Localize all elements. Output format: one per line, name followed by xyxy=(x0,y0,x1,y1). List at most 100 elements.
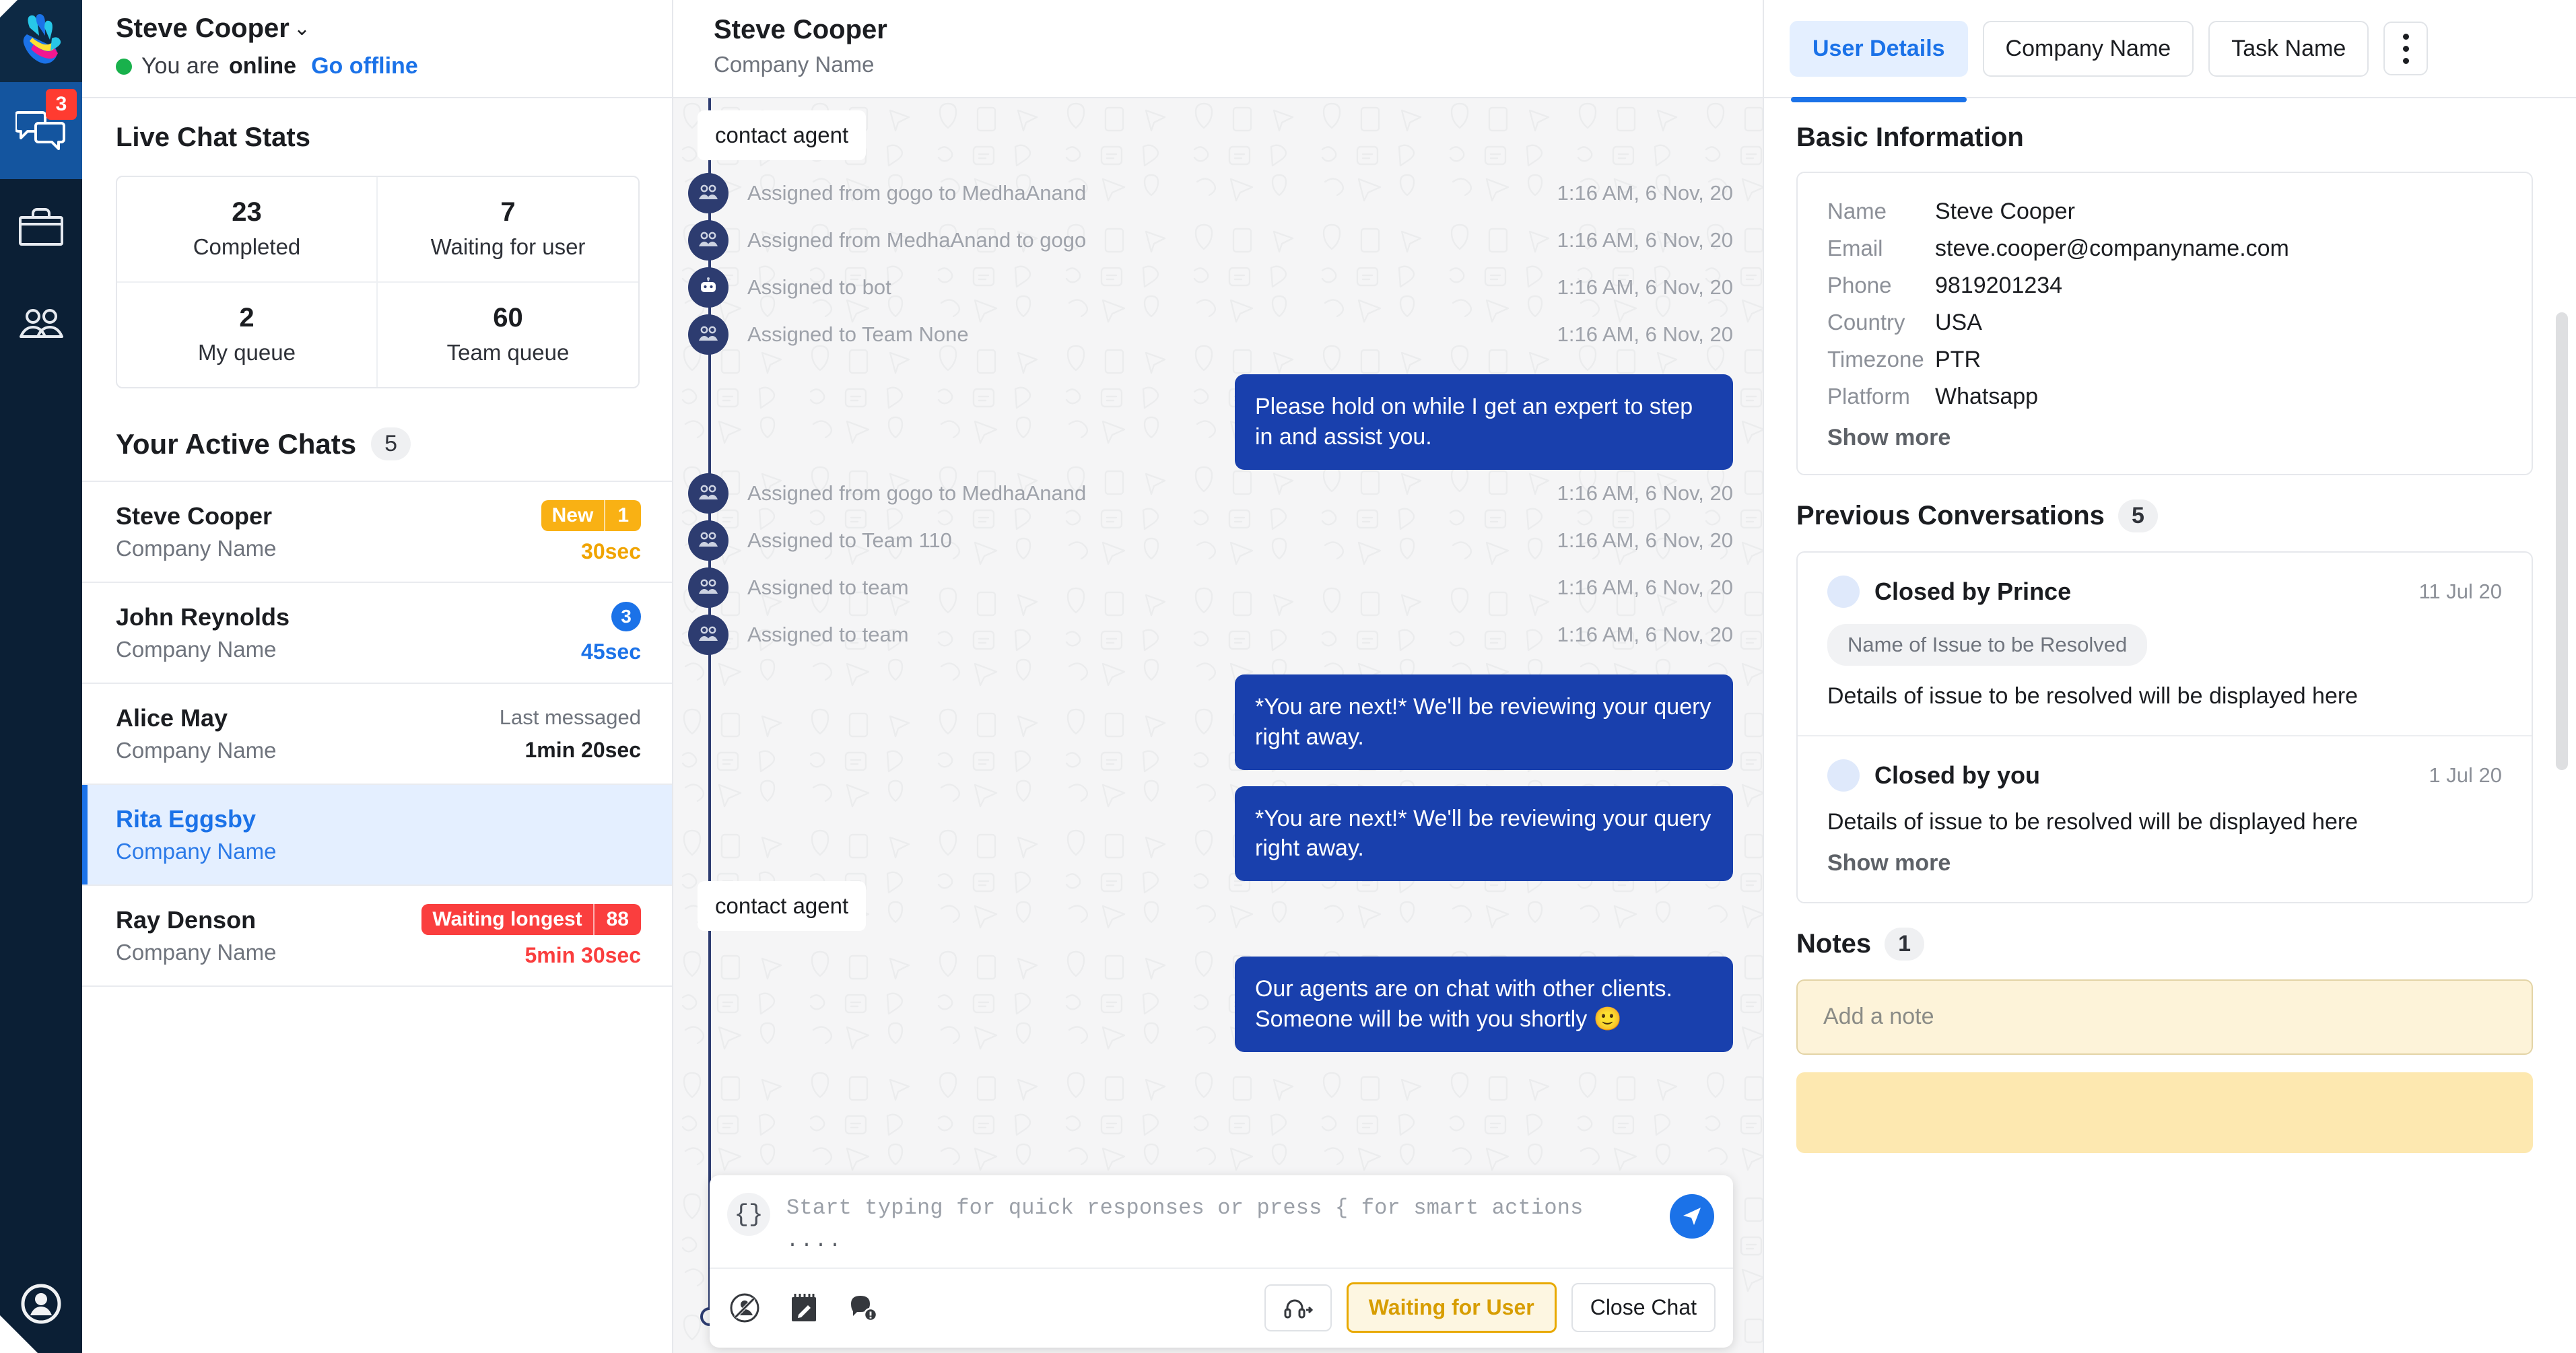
previous-conversation-item[interactable]: Closed by Prince 11 Jul 20 Name of Issue t… xyxy=(1798,553,2532,736)
info-field-key: Country xyxy=(1827,310,1905,335)
composer-actions: Waiting for User Close Chat xyxy=(1264,1282,1716,1333)
block-user-button[interactable] xyxy=(727,1290,762,1325)
outgoing-message-row: Please hold on while I get an expert to … xyxy=(673,374,1733,470)
stat-label: Waiting for user xyxy=(430,234,586,259)
timeline-event-icon xyxy=(688,173,728,213)
add-note-input[interactable]: Add a note xyxy=(1796,979,2533,1055)
status-prefix: You are xyxy=(141,53,219,79)
chat-list-item[interactable]: Steve Cooper Company Name New 1 30sec xyxy=(82,482,672,583)
details-more-button[interactable] xyxy=(2383,22,2429,75)
status-value: online xyxy=(228,53,297,79)
chat-item-meta: New 1 30sec xyxy=(541,499,641,564)
canned-response-button[interactable] xyxy=(846,1290,881,1325)
previous-conversation-date: 1 Jul 20 xyxy=(2429,763,2502,787)
tab-task-name[interactable]: Task Name xyxy=(2208,20,2369,77)
close-chat-button[interactable]: Close Chat xyxy=(1571,1283,1716,1332)
timeline-event: Assigned from gogo to MedhaAnand 1:16 AM,… xyxy=(688,470,1733,517)
timeline-event-time: 1:16 AM, 6 Nov, 20 xyxy=(1557,275,1733,299)
basic-information-title: Basic Information xyxy=(1796,123,2024,152)
quick-reply-tag[interactable]: contact agent xyxy=(698,110,867,160)
chat-list-item[interactable]: Ray Denson Company Name Waiting longest 88 5… xyxy=(82,886,672,987)
team-icon xyxy=(699,532,718,547)
rail-profile-button[interactable] xyxy=(0,1283,82,1325)
stat-cell: 2 My queue xyxy=(117,283,378,387)
team-icon xyxy=(699,626,718,641)
transfer-chat-button[interactable] xyxy=(1264,1284,1332,1331)
timeline-event: Assigned to Team 110 1:16 AM, 6 Nov, 20 xyxy=(688,517,1733,564)
previous-conversations-title: Previous Conversations 5 xyxy=(1796,499,2533,532)
go-offline-link[interactable]: Go offline xyxy=(311,53,418,79)
send-icon xyxy=(1683,1208,1701,1225)
chat-item-subtitle: Last messaged xyxy=(499,705,641,729)
team-icon xyxy=(699,326,718,341)
chat-item-company: Company Name xyxy=(116,738,277,763)
chat-item-company: Company Name xyxy=(116,839,277,864)
timeline-event-time: 1:16 AM, 6 Nov, 20 xyxy=(1557,481,1733,505)
chat-item-name: Rita Eggsby xyxy=(116,805,257,833)
tab-company-name[interactable]: Company Name xyxy=(1982,20,2194,77)
contacts-icon xyxy=(20,309,63,338)
info-field-row: Name Steve Cooper xyxy=(1827,199,2502,225)
timeline-event-text: Assigned to Team 110 xyxy=(747,528,952,552)
rail-item-chats[interactable]: 3 xyxy=(0,82,82,179)
info-field-key: Timezone xyxy=(1827,347,1924,372)
timeline-event-icon xyxy=(688,520,728,561)
timeline-event-icon xyxy=(688,473,728,514)
info-field-value: PTR xyxy=(1935,347,1981,372)
stat-value: 60 xyxy=(493,303,523,333)
stat-cell: 23 Completed xyxy=(117,177,378,283)
chat-item-name: John Reynolds xyxy=(116,603,290,631)
notes-section: Notes 1 Add a note xyxy=(1764,903,2576,1153)
message-input[interactable]: Start typing for quick responses or pres… xyxy=(786,1193,1670,1253)
composer-tools xyxy=(727,1290,881,1325)
timeline-event-icon xyxy=(688,314,728,355)
briefcase-icon xyxy=(19,208,63,246)
rail-item-workspace[interactable] xyxy=(0,179,82,276)
chat-list-item[interactable]: Rita Eggsby Company Name xyxy=(82,785,672,886)
chat-item-meta: Last messaged 1min 20sec xyxy=(500,705,641,763)
previous-conversation-description: Details of issue to be resolved will be … xyxy=(1827,809,2359,835)
timeline-event-icon xyxy=(688,614,728,655)
previous-show-more-link[interactable]: Show more xyxy=(1827,850,2502,876)
online-dot-icon xyxy=(116,58,132,75)
live-chat-stats-title: Live Chat Stats xyxy=(116,123,310,152)
note-card[interactable] xyxy=(1796,1072,2533,1153)
tab-user-details[interactable]: User Details xyxy=(1790,20,1968,102)
outgoing-message-row: *You are next!* We'll be reviewing your … xyxy=(673,786,1733,882)
chevron-down-icon: ⌄ xyxy=(293,18,310,40)
agent-header: Steve Cooper ⌄ You are online Go offline xyxy=(82,0,672,98)
avatar xyxy=(1827,759,1860,792)
internal-note-button[interactable] xyxy=(786,1290,821,1325)
issue-tag: Name of Issue to be Resolved xyxy=(1827,624,2148,666)
basic-show-more-link[interactable]: Show more xyxy=(1827,425,2502,451)
app-logo[interactable] xyxy=(0,0,82,82)
chat-item-identity: Ray Denson Company Name xyxy=(116,906,276,965)
timeline-event-text: Assigned from MedhaAnand to gogo xyxy=(747,228,1087,252)
previous-conversations-list: Closed by Prince 11 Jul 20 Name of Issue t… xyxy=(1796,551,2533,903)
send-button[interactable] xyxy=(1670,1194,1714,1239)
left-rail: 3 xyxy=(0,0,82,1353)
user-circle-icon xyxy=(21,1284,61,1324)
chat-list-item[interactable]: John Reynolds Company Name 3 45sec xyxy=(82,583,672,684)
team-icon xyxy=(699,184,718,199)
timeline-event: Assigned from MedhaAnand to gogo 1:16 AM,… xyxy=(688,217,1733,264)
active-chats-count: 5 xyxy=(371,427,411,460)
rail-item-contacts[interactable] xyxy=(0,276,82,373)
previous-conversation-date: 11 Jul 20 xyxy=(2418,580,2502,603)
rail-chats-badge: 3 xyxy=(46,89,77,120)
typing-indicator-dots: .... xyxy=(786,1230,844,1253)
details-scrollbar[interactable] xyxy=(2556,312,2568,770)
waiting-for-user-button[interactable]: Waiting for User xyxy=(1346,1282,1557,1333)
stat-value: 2 xyxy=(239,303,255,333)
chat-item-identity: John Reynolds Company Name xyxy=(116,603,290,662)
chat-item-name: Ray Denson xyxy=(116,906,257,934)
previous-conversation-item[interactable]: Closed by you 1 Jul 20 Details of issue to… xyxy=(1798,736,2532,902)
agent-name-dropdown[interactable]: Steve Cooper ⌄ xyxy=(116,13,640,44)
message-scroll-area[interactable]: contact agent Assigned from gogo to Medha… xyxy=(673,98,1763,1353)
status-badge-count: 88 xyxy=(592,903,641,935)
chat-list-item[interactable]: Alice May Company Name Last messaged 1min 2… xyxy=(82,684,672,785)
quick-reply-tag[interactable]: contact agent xyxy=(698,881,867,932)
timeline-event-icon xyxy=(688,220,728,261)
details-body[interactable]: Basic Information Name Steve Cooper Email s… xyxy=(1764,98,2576,1353)
curly-braces-icon[interactable]: {} xyxy=(727,1193,770,1236)
